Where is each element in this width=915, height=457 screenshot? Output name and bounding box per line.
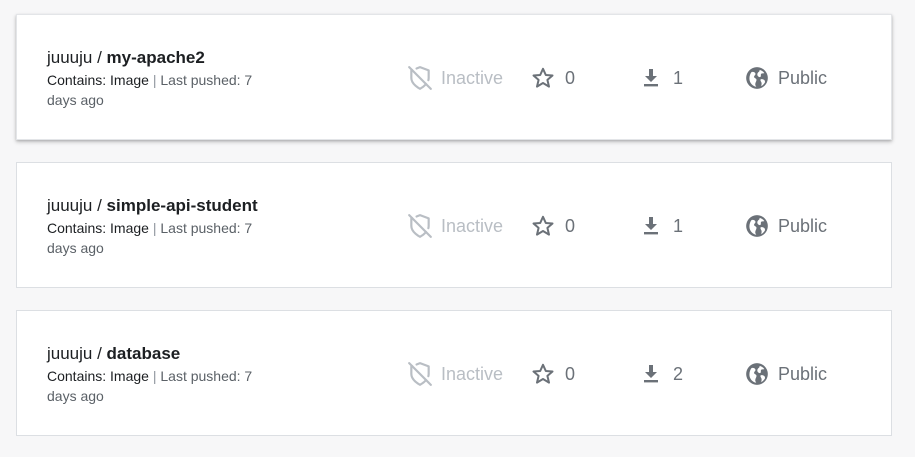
repository-namespace: juuuju — [47, 196, 93, 215]
star-outline-icon — [532, 67, 554, 88]
stars-count: 0 — [531, 212, 575, 240]
stars-value: 0 — [565, 363, 576, 384]
meta-divider: | — [148, 72, 161, 88]
meta-divider: | — [148, 220, 161, 236]
repository-name-separator: / — [92, 48, 107, 67]
repository-namespace: juuuju — [47, 48, 93, 67]
visibility-label: Public — [778, 215, 828, 236]
pulls-count: 2 — [639, 360, 683, 388]
repository-title[interactable]: juuuju / database — [47, 343, 307, 365]
repository-namespace: juuuju — [47, 344, 93, 363]
repository-info: juuuju / my-apache2 Contains: Image | La… — [47, 47, 307, 110]
pulls-count: 1 — [639, 212, 683, 240]
status-indicator: Inactive — [407, 212, 503, 240]
stars-value: 0 — [565, 67, 576, 88]
visibility-label: Public — [778, 67, 828, 88]
visibility-indicator: Public — [744, 64, 827, 92]
repository-name-separator: / — [92, 344, 107, 363]
stars-count: 0 — [531, 64, 575, 92]
star-outline-icon — [532, 363, 554, 384]
download-icon — [644, 365, 658, 383]
stars-count: 0 — [531, 360, 575, 388]
status-label: Inactive — [441, 363, 504, 384]
contains-label: Contains: Image — [47, 72, 149, 88]
pulls-count: 1 — [639, 64, 683, 92]
repository-meta: Contains: Image | Last pushed: 7 days ag… — [47, 218, 283, 258]
status-indicator: Inactive — [407, 64, 503, 92]
meta-divider: | — [148, 368, 161, 384]
repository-title[interactable]: juuuju / simple-api-student — [47, 195, 307, 217]
repository-card[interactable]: juuuju / database Contains: Image | Last… — [16, 310, 892, 436]
visibility-indicator: Public — [744, 212, 827, 240]
repository-card[interactable]: juuuju / my-apache2 Contains: Image | La… — [16, 14, 892, 140]
pulls-value: 1 — [673, 215, 684, 236]
repository-info: juuuju / database Contains: Image | Last… — [47, 343, 307, 406]
shield-off-icon — [408, 66, 432, 90]
pulls-value: 1 — [673, 67, 684, 88]
stars-value: 0 — [565, 215, 576, 236]
repository-name: database — [106, 344, 181, 363]
visibility-label: Public — [778, 363, 828, 384]
status-label: Inactive — [441, 67, 504, 88]
repository-name-separator: / — [92, 196, 107, 215]
contains-label: Contains: Image — [47, 220, 149, 236]
globe-icon — [746, 67, 768, 89]
globe-icon — [746, 363, 768, 385]
contains-label: Contains: Image — [47, 368, 149, 384]
repository-info: juuuju / simple-api-student Contains: Im… — [47, 195, 307, 258]
repository-card[interactable]: juuuju / simple-api-student Contains: Im… — [16, 162, 892, 288]
status-indicator: Inactive — [407, 360, 503, 388]
download-icon — [644, 217, 658, 235]
repository-name: my-apache2 — [106, 48, 205, 67]
repository-list: juuuju / my-apache2 Contains: Image | La… — [0, 0, 915, 457]
repository-meta: Contains: Image | Last pushed: 7 days ag… — [47, 366, 283, 406]
globe-icon — [746, 215, 768, 237]
shield-off-icon — [408, 214, 432, 238]
repository-title[interactable]: juuuju / my-apache2 — [47, 47, 307, 69]
star-outline-icon — [532, 215, 554, 236]
visibility-indicator: Public — [744, 360, 827, 388]
download-icon — [644, 69, 658, 87]
shield-off-icon — [408, 362, 432, 386]
repository-meta: Contains: Image | Last pushed: 7 days ag… — [47, 70, 283, 110]
pulls-value: 2 — [673, 363, 684, 384]
status-label: Inactive — [441, 215, 504, 236]
repository-name: simple-api-student — [106, 196, 258, 215]
